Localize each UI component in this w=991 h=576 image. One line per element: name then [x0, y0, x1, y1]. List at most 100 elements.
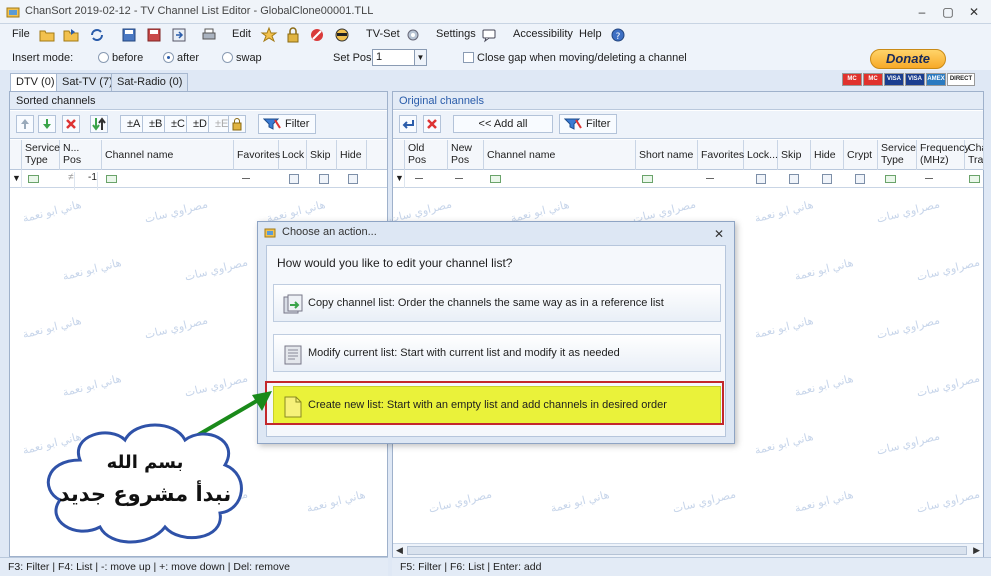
radio-after-label: after [177, 52, 200, 64]
card-amex: AMEX [926, 73, 946, 86]
skip-filter-checkbox[interactable] [789, 174, 799, 184]
sorted-filter-row[interactable]: ▼ ≠ -1 [10, 170, 387, 190]
dialog-question: How would you like to edit your channel … [277, 256, 513, 270]
minimize-button[interactable]: – [911, 3, 933, 21]
favorites-filter-dash[interactable] [242, 178, 250, 179]
skip-filter-checkbox[interactable] [319, 174, 329, 184]
sort-icon[interactable] [90, 115, 108, 133]
col-crypt[interactable]: Crypt [844, 140, 878, 170]
move-down-icon[interactable] [38, 115, 56, 133]
add-channel-icon[interactable] [399, 115, 417, 133]
channel-name-filter-icon[interactable] [106, 175, 117, 183]
reload-icon[interactable] [88, 26, 106, 44]
col-hide[interactable]: Hide [337, 140, 367, 170]
lock-filter-checkbox[interactable] [289, 174, 299, 184]
col-favorites-right[interactable]: Favorites [698, 140, 744, 170]
col-short-name[interactable]: Short name [636, 140, 698, 170]
col-skip-right[interactable]: Skip [778, 140, 811, 170]
crypt-filter-checkbox[interactable] [855, 174, 865, 184]
copy-list-button[interactable]: Copy channel list: Order the channels th… [273, 284, 721, 322]
col-service-type[interactable]: Service Type [22, 140, 60, 170]
radio-swap[interactable] [222, 52, 233, 63]
new-pos-filter-dash[interactable] [455, 178, 463, 179]
pos-filter-operator[interactable]: ≠ [68, 172, 75, 190]
move-up-icon[interactable] [16, 115, 34, 133]
service-type-filter-icon[interactable] [885, 175, 896, 183]
col-new-pos-right[interactable]: New Pos [448, 140, 484, 170]
set-pos-field[interactable]: 1 ▼ [372, 49, 427, 66]
tab-sat-tv[interactable]: Sat-TV (7) [56, 73, 119, 91]
tab-dtv[interactable]: DTV (0) [10, 73, 61, 92]
col-lock-right[interactable]: Lock... [744, 140, 778, 170]
modify-list-button[interactable]: Modify current list: Start with current … [273, 334, 721, 372]
save-icon[interactable] [120, 26, 138, 44]
speech-bubble-icon[interactable] [480, 26, 498, 44]
old-pos-filter-dash[interactable] [415, 178, 423, 179]
channel-name-filter-icon[interactable] [490, 175, 501, 183]
favorite-star-icon[interactable] [260, 26, 278, 44]
tab-sat-radio[interactable]: Sat-Radio (0) [111, 73, 189, 91]
col-channel-name-right[interactable]: Channel name [484, 140, 636, 170]
scrollbar-thumb[interactable] [407, 546, 967, 555]
close-gap-checkbox[interactable] [463, 52, 474, 63]
copy-list-label: Copy channel list: Order the channels th… [308, 297, 664, 309]
hide-filter-checkbox[interactable] [822, 174, 832, 184]
radio-before[interactable] [98, 52, 109, 63]
transponder-filter-icon[interactable] [969, 175, 980, 183]
open-folder-icon[interactable] [38, 26, 56, 44]
tools-icon[interactable] [404, 26, 422, 44]
chevron-down-icon[interactable]: ▼ [414, 50, 426, 65]
scroll-right-icon[interactable]: ▶ [973, 545, 980, 556]
col-service-type-right[interactable]: Service Type [878, 140, 917, 170]
left-status-bar: F3: Filter | F4: List | -: move up | +: … [0, 557, 388, 576]
help-icon[interactable]: ? [609, 26, 627, 44]
col-hide-right[interactable]: Hide [811, 140, 844, 170]
menu-edit[interactable]: Edit [232, 28, 251, 40]
col-channel-name[interactable]: Channel name [102, 140, 234, 170]
lock-icon[interactable] [284, 26, 302, 44]
dialog-close-icon[interactable]: ✕ [714, 227, 724, 241]
pos-filter-value[interactable]: -1 [88, 172, 98, 190]
col-frequency[interactable]: Frequency (MHz) [917, 140, 970, 170]
maximize-button[interactable]: ▢ [937, 3, 959, 21]
col-favorites[interactable]: Favorites [234, 140, 280, 170]
hide-icon[interactable] [333, 26, 351, 44]
filter-icon [263, 118, 281, 130]
close-button[interactable]: ✕ [963, 3, 985, 21]
open-reference-icon[interactable] [62, 26, 80, 44]
col-new-pos[interactable]: N... Pos [60, 140, 102, 170]
card-visa: VISA [884, 73, 904, 86]
col-skip[interactable]: Skip [307, 140, 337, 170]
lock-filter-checkbox[interactable] [756, 174, 766, 184]
menu-help[interactable]: Help [579, 28, 602, 40]
frequency-filter-dash[interactable] [925, 178, 933, 179]
print-icon[interactable] [200, 26, 218, 44]
hide-filter-checkbox[interactable] [348, 174, 358, 184]
donate-button[interactable]: Donate [870, 49, 946, 69]
add-all-button[interactable]: << Add all [453, 115, 553, 133]
original-channels-header: Old Pos New Pos Channel name Short name … [393, 140, 984, 170]
toggle-lock-icon[interactable] [228, 115, 246, 133]
col-lock[interactable]: Lock [279, 140, 307, 170]
right-filter-button[interactable]: Filter [559, 114, 618, 134]
col-channel-transponder[interactable]: Cha Tran [965, 140, 984, 170]
menu-accessibility[interactable]: Accessibility [513, 28, 573, 40]
service-type-filter-icon[interactable] [28, 175, 39, 183]
menu-settings[interactable]: Settings [436, 28, 476, 40]
short-name-filter-icon[interactable] [642, 175, 653, 183]
horizontal-scrollbar[interactable]: ◀ ▶ [393, 543, 983, 557]
menu-file[interactable]: File [12, 28, 30, 40]
skip-icon[interactable] [308, 26, 326, 44]
save-as-icon[interactable] [145, 26, 163, 44]
radio-after[interactable] [163, 52, 174, 63]
favorites-filter-dash[interactable] [706, 178, 714, 179]
original-filter-row[interactable]: ▼ [393, 170, 983, 188]
export-icon[interactable] [170, 26, 188, 44]
remove-original-icon[interactable] [423, 115, 441, 133]
scroll-left-icon[interactable]: ◀ [396, 545, 403, 556]
menu-tvset[interactable]: TV-Set [366, 28, 400, 40]
left-filter-button[interactable]: Filter [258, 114, 317, 134]
remove-icon[interactable] [62, 115, 80, 133]
col-old-pos[interactable]: Old Pos [405, 140, 448, 170]
sorted-channels-title: Sorted channels [10, 92, 387, 110]
